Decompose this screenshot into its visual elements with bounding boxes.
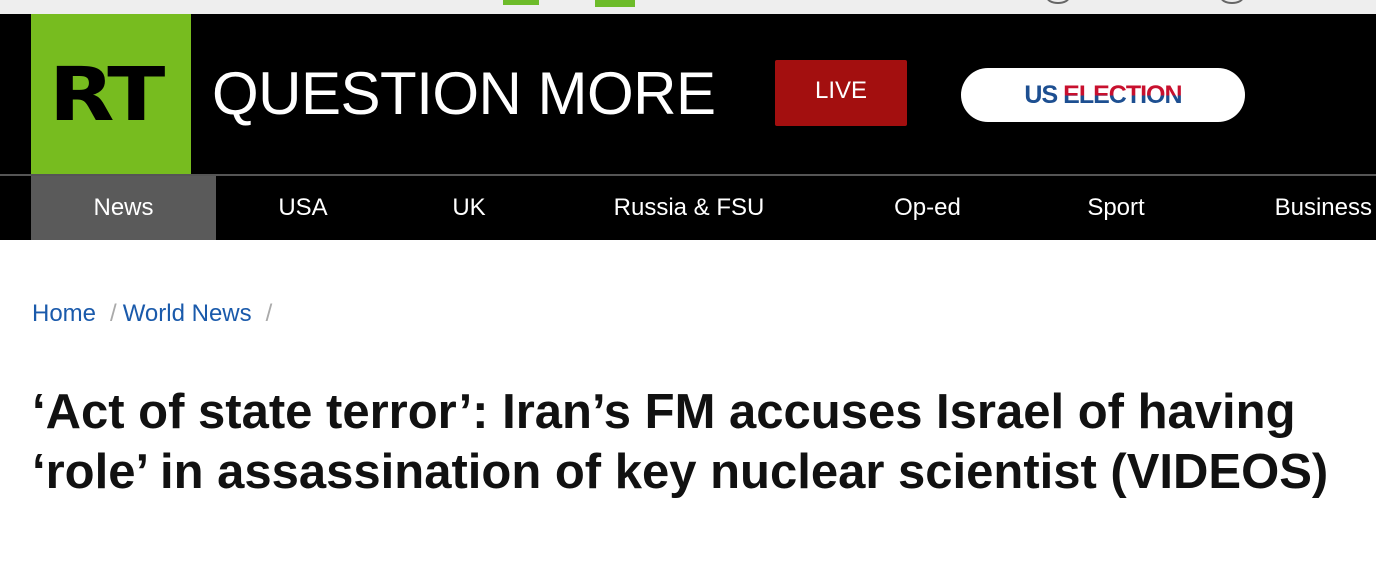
nav-item-business[interactable]: Business (1207, 176, 1376, 240)
circle-icon (1220, 0, 1244, 4)
green-tab-shape (595, 0, 635, 7)
rt-logo[interactable]: RT (31, 14, 191, 174)
breadcrumb-home-link[interactable]: Home (32, 300, 96, 328)
nav-item-op-ed[interactable]: Op-ed (830, 176, 1025, 240)
election-us-label: US (1024, 80, 1058, 109)
logo-text: RT (49, 52, 165, 138)
nav-item-sport[interactable]: Sport (1025, 176, 1207, 240)
breadcrumb: Home / World News / (32, 300, 278, 328)
circle-icon (1046, 0, 1070, 4)
live-button[interactable]: LIVE (775, 60, 907, 126)
breadcrumb-separator: / (110, 300, 117, 327)
us-election-button[interactable]: US ELECTION (961, 68, 1245, 122)
nav-item-uk[interactable]: UK (390, 176, 548, 240)
breadcrumb-world-news-link[interactable]: World News (123, 300, 252, 328)
nav-item-news[interactable]: News (31, 176, 216, 240)
top-strip (0, 0, 1376, 14)
brand-slogan: QUESTION MORE (212, 60, 716, 127)
nav-item-russia-fsu[interactable]: Russia & FSU (548, 176, 830, 240)
green-tab-shape (503, 0, 539, 5)
article-headline: ‘Act of state terror’: Iran’s FM accuses… (32, 385, 1329, 499)
main-nav: News USA UK Russia & FSU Op-ed Sport Bus… (0, 176, 1376, 240)
nav-item-usa[interactable]: USA (216, 176, 390, 240)
site-header: RT QUESTION MORE LIVE US ELECTION (0, 14, 1376, 174)
election-label: ELECTION (1063, 80, 1182, 109)
breadcrumb-separator: / (265, 300, 273, 327)
